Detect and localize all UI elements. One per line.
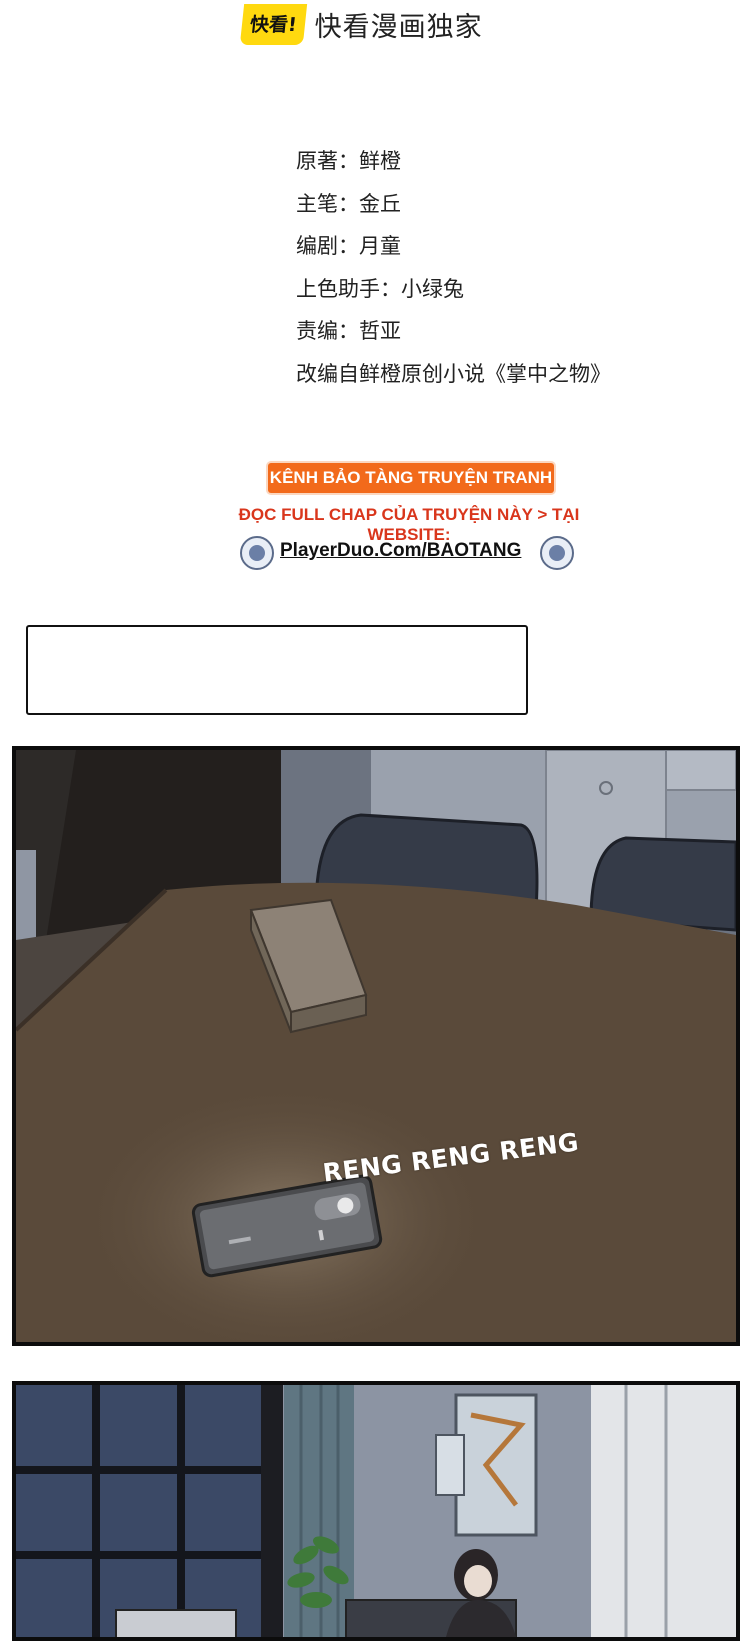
comic-panel-phone-on-table xyxy=(12,746,740,1346)
credits-block: 原著：鲜橙 主笔：金丘 编剧：月童 上色助手：小绿兔 责编：哲亚 改编自鲜橙原创… xyxy=(296,140,611,395)
seal-right-icon xyxy=(540,536,574,570)
comic-panel-night-room xyxy=(12,1381,740,1641)
credit-lead-artist: 主笔：金丘 xyxy=(296,191,401,216)
watermark: KÊNH BẢO TÀNG TRUYỆN TRANH ĐỌC FULL CHAP… xyxy=(0,460,750,580)
brand-logo: 快看! 快看漫画独家 xyxy=(239,0,483,48)
logo-badge: 快看! xyxy=(239,3,307,45)
panel2-artwork xyxy=(16,1385,736,1637)
empty-caption-box xyxy=(26,625,528,715)
credit-color-assistant: 上色助手：小绿兔 xyxy=(296,276,464,301)
credit-adaptation-note: 改编自鲜橙原创小说《掌中之物》 xyxy=(296,361,611,386)
credit-original-author: 原著：鲜橙 xyxy=(296,149,401,173)
credit-screenwriter: 编剧：月童 xyxy=(296,234,401,258)
seal-left-icon xyxy=(240,536,274,570)
watermark-url[interactable]: PlayerDuo.Com/BAOTANG xyxy=(280,540,521,562)
watermark-tag: KÊNH BẢO TÀNG TRUYỆN TRANH xyxy=(268,463,554,493)
credit-editor: 责编：哲亚 xyxy=(296,319,401,343)
panel1-artwork xyxy=(16,750,736,1342)
logo-text: 快看漫画独家 xyxy=(314,11,483,43)
